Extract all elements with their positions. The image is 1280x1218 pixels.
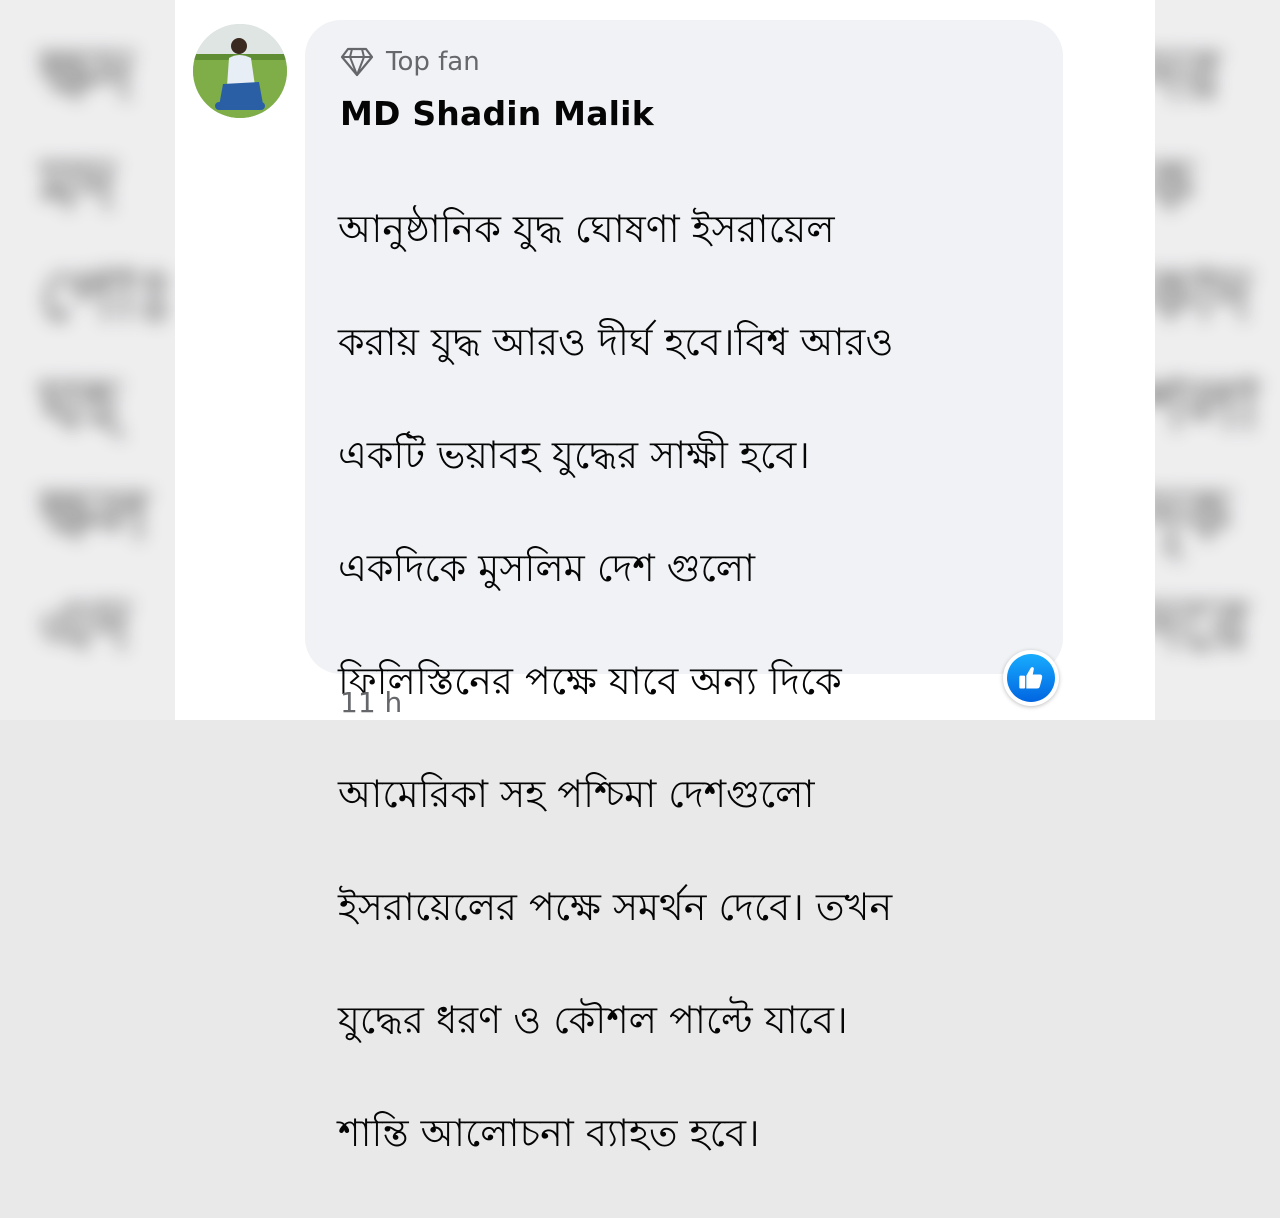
avatar[interactable]	[193, 24, 287, 118]
comment-line: একদিকে মুসলিম দেশ গুলো	[338, 545, 756, 590]
comment-line: একটি ভয়াবহ যুদ্ধের সাক্ষী হবে।	[338, 432, 810, 477]
diamond-icon	[340, 47, 374, 77]
comment-line: শান্তি আলোচনা ব্যাহত হবে।	[338, 1110, 760, 1155]
comment-line: আমেরিকা সহ পশ্চিমা দেশগুলো	[338, 771, 815, 816]
comment-timestamp[interactable]: 11 h	[340, 686, 402, 719]
blurred-background-right: দর ক কাদ শলা দৃক দরে	[1155, 0, 1280, 720]
comment-text: আনুষ্ঠানিক যুদ্ধ ঘোষণা ইসরায়েল করায় যু…	[338, 144, 1038, 1218]
like-icon	[1007, 654, 1055, 702]
comment-line: আনুষ্ঠানিক যুদ্ধ ঘোষণা ইসরায়েল	[338, 206, 835, 251]
avatar-photo	[193, 24, 287, 118]
comment-author[interactable]: MD Shadin Malik	[340, 94, 654, 133]
comment-line: করায় যুদ্ধ আরও দীর্ঘ হবে।বিশ্ব আরও	[338, 319, 894, 364]
reaction-badge[interactable]	[1003, 650, 1059, 706]
top-fan-badge[interactable]: Top fan	[340, 46, 480, 78]
comment-line: ফিলিস্তিনের পক্ষে যাবে অন্য দিকে	[338, 658, 842, 703]
badge-label: Top fan	[386, 47, 480, 77]
comment-line: ইসরায়েলের পক্ষে সমর্থন দেবে। তখন	[338, 884, 893, 929]
comment-panel: Top fan MD Shadin Malik আনুষ্ঠানিক যুদ্ধ…	[175, 0, 1155, 1155]
blurred-background-left: ক্ষদ মদ পোঃ ঘহ ক্ষল এদ	[0, 0, 175, 720]
comment-line: যুদ্ধের ধরণ ও কৌশল পাল্টে যাবে।	[338, 997, 848, 1042]
comment-bubble: Top fan MD Shadin Malik আনুষ্ঠানিক যুদ্ধ…	[305, 20, 1063, 1155]
